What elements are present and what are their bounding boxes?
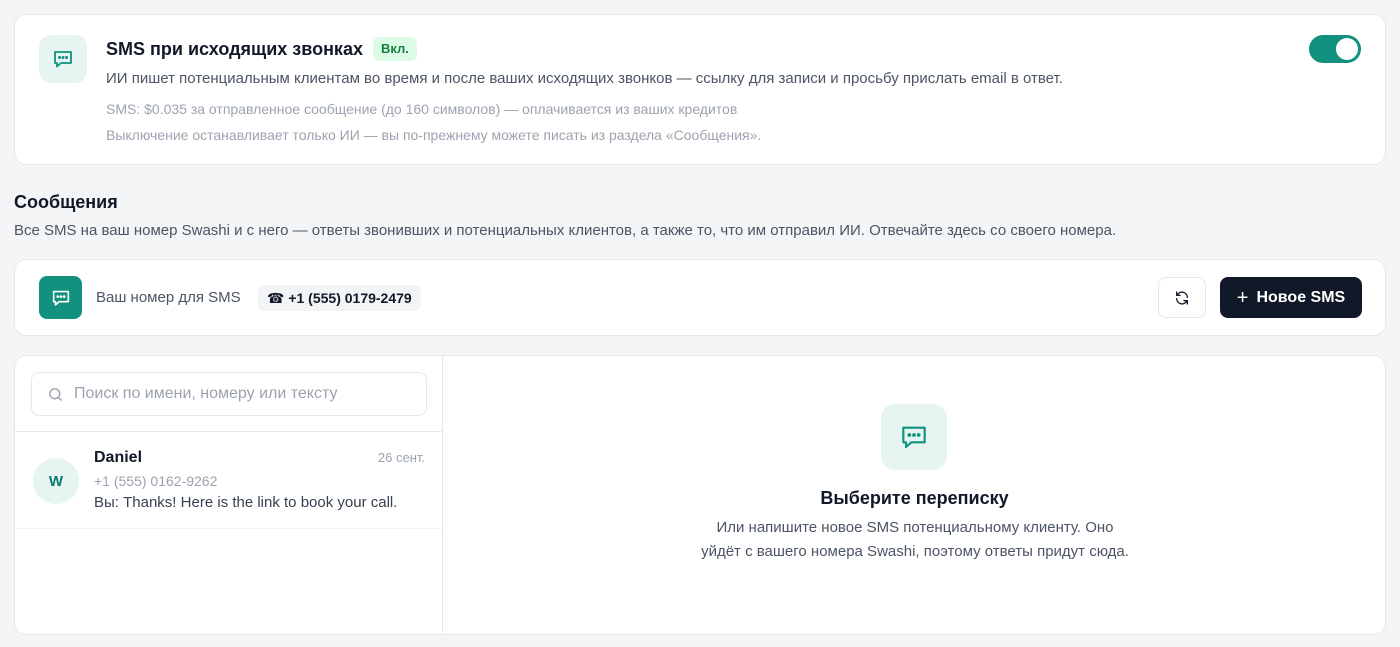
search-icon [49, 388, 62, 401]
sms-setting-title: SMS при исходящих звонках [106, 38, 363, 59]
messages-section-title: Сообщения [14, 192, 118, 212]
sms-number-value: ☎ +1 (555) 0179-2479 [258, 285, 421, 311]
number-icon-tile [39, 276, 82, 319]
contact-phone: +1 (555) 0162-9262 [94, 473, 218, 489]
refresh-button[interactable] [1158, 277, 1206, 318]
empty-state-description: Или напишите новое SMS потенциальному кл… [701, 519, 1129, 560]
contact-name: Daniel [94, 449, 143, 466]
sms-number-label: Ваш номер для SMS [96, 289, 241, 306]
conversation-item[interactable]: W Daniel 26 сент. +1 (555) 0162-9262 Вы:… [15, 432, 442, 529]
search-box [31, 372, 427, 416]
conversation-date: 26 сент. [377, 450, 425, 465]
toggle-knob [1336, 38, 1358, 60]
sms-setting-description: ИИ пишет потенциальным клиентам во время… [106, 70, 1063, 87]
empty-state-icon-tile [881, 404, 947, 470]
sms-price-note: SMS: $0.035 за отправленное сообщение (д… [106, 101, 738, 117]
chat-bubble-icon [52, 290, 69, 306]
empty-state: Выберите переписку Или напишите новое SM… [443, 356, 1385, 634]
chat-bubble-icon [54, 51, 72, 68]
plus-icon: + [1236, 286, 1249, 309]
sms-outbound-card: SMS при исходящих звонках Вкл. ИИ пишет … [14, 14, 1386, 165]
sms-card-icon-tile [39, 35, 87, 83]
sms-disable-note: Выключение останавливает только ИИ — вы … [106, 127, 762, 143]
sms-toggle[interactable] [1309, 35, 1361, 63]
empty-state-title: Выберите переписку [820, 488, 1009, 508]
messages-section-description: Все SMS на ваш номер Swashi и с него — о… [14, 222, 1117, 239]
new-sms-button[interactable]: + Новое SMS [1220, 277, 1362, 318]
avatar: W [33, 458, 79, 504]
new-sms-label: Новое SMS [1256, 288, 1346, 306]
last-message-preview: Вы: Thanks! Here is the link to book you… [94, 494, 398, 511]
search-input[interactable] [74, 373, 414, 415]
chat-bubble-icon [902, 426, 926, 449]
refresh-icon [1176, 290, 1188, 305]
sms-number-bar: Ваш номер для SMS ☎ +1 (555) 0179-2479 +… [14, 259, 1386, 336]
messages-panel: W Daniel 26 сент. +1 (555) 0162-9262 Вы:… [14, 355, 1386, 635]
status-badge: Вкл. [372, 37, 417, 61]
sms-setting-header: SMS при исходящих звонках Вкл. [106, 37, 417, 61]
conversation-list: W Daniel 26 сент. +1 (555) 0162-9262 Вы:… [15, 356, 443, 634]
